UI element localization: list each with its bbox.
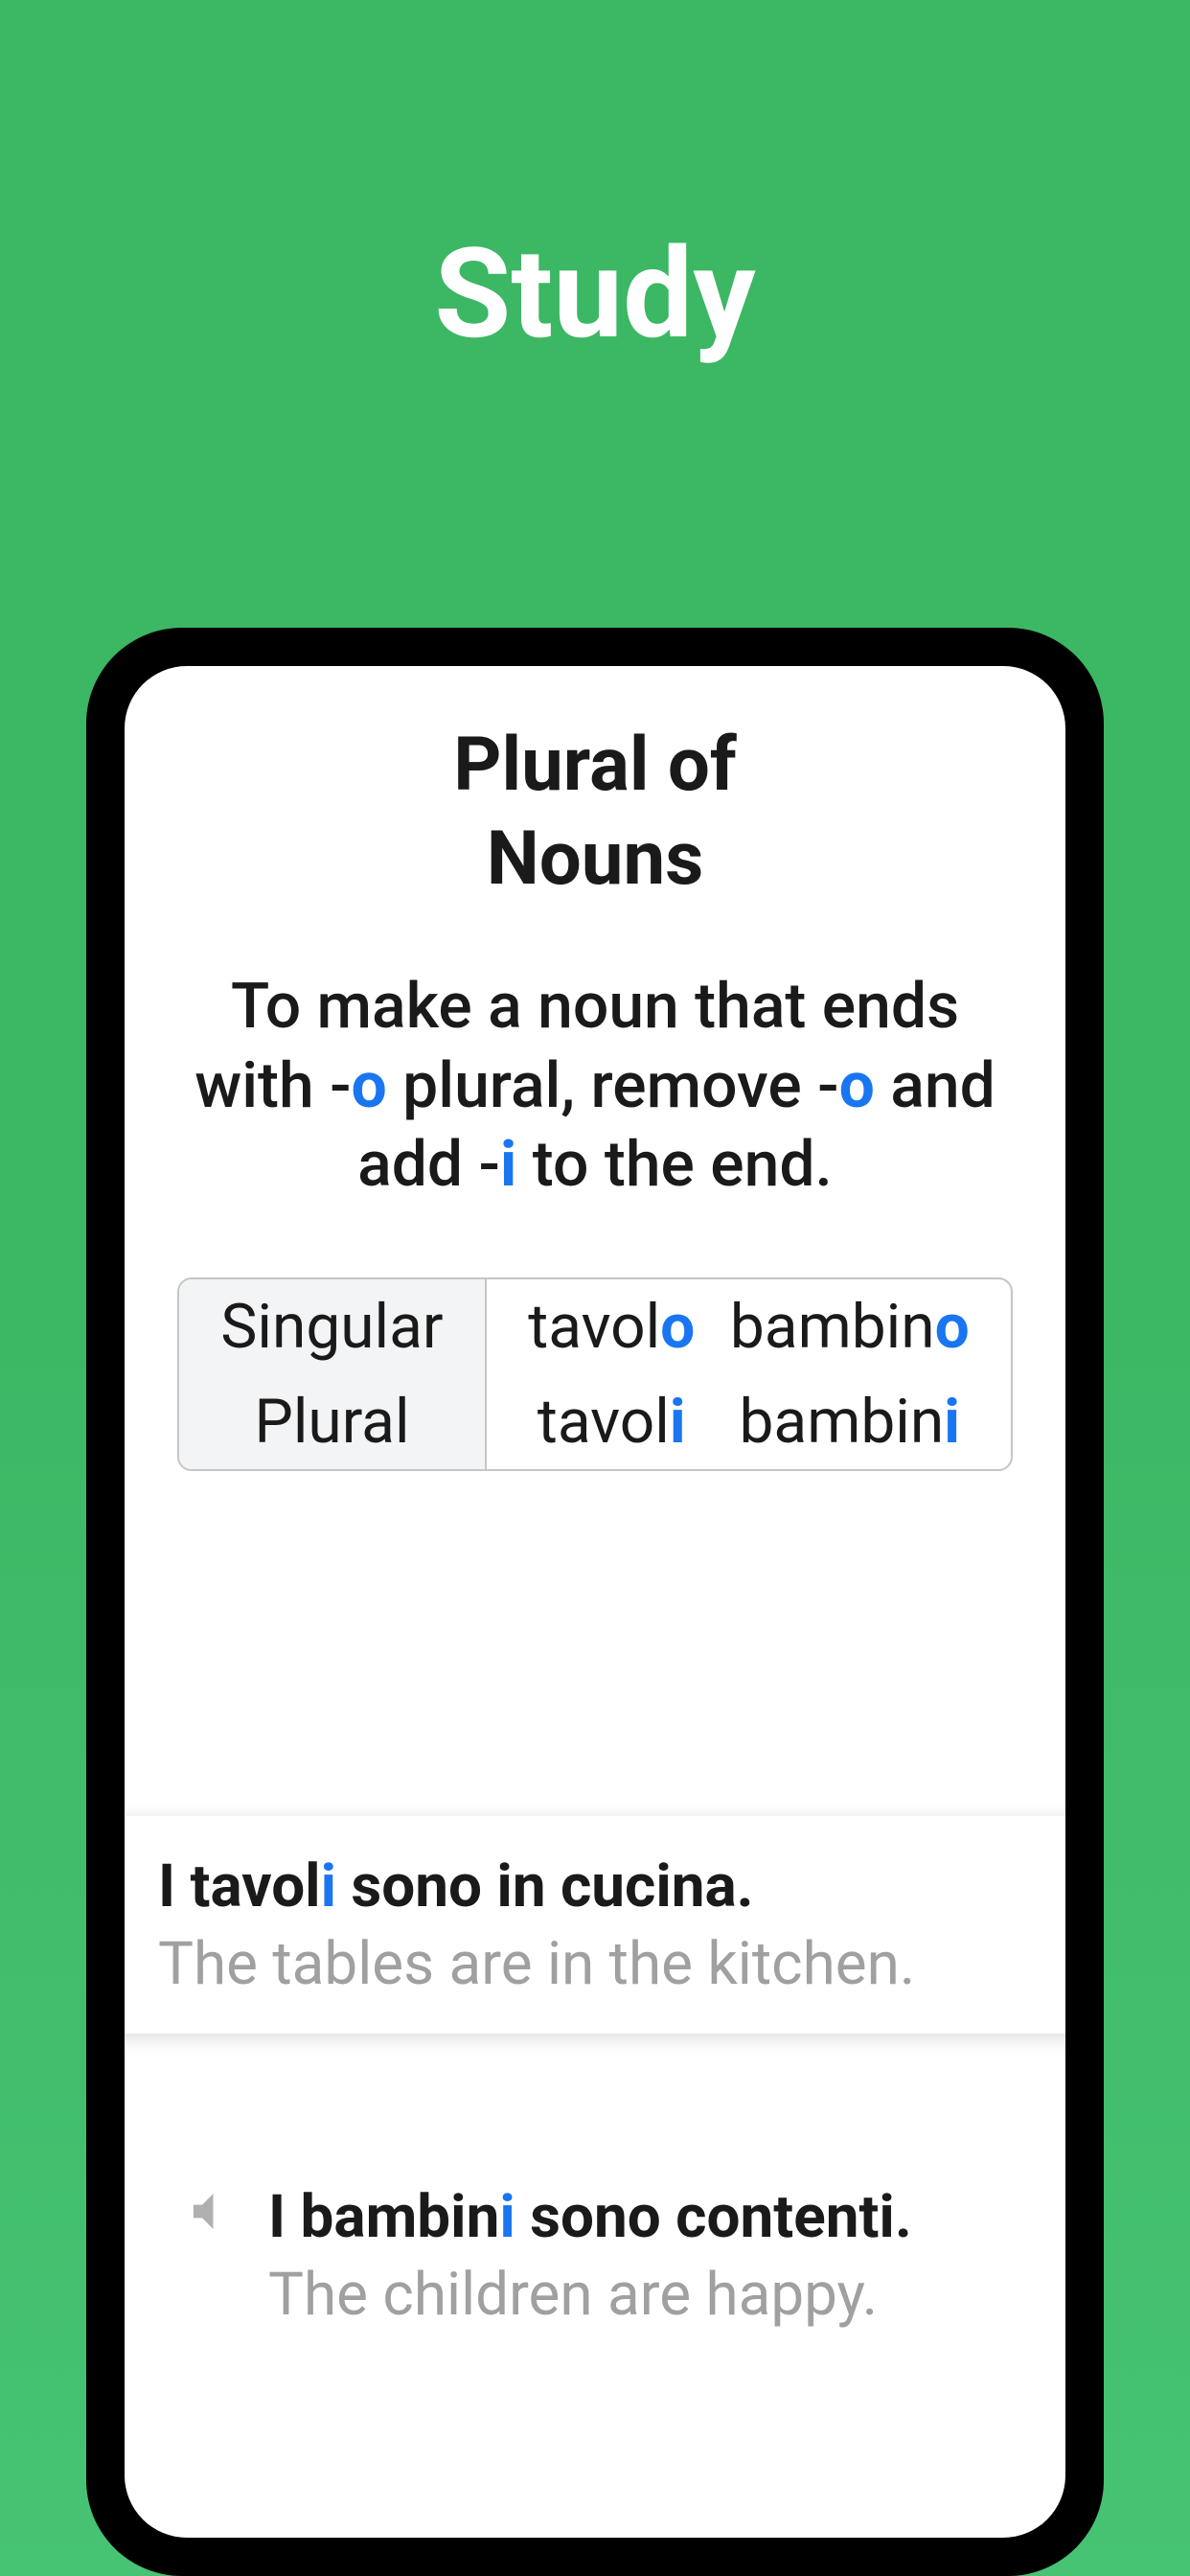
word-base: bambin	[739, 1386, 944, 1458]
table-row: Plural tavoli bambini	[179, 1374, 1011, 1469]
table-label-plural: Plural	[179, 1374, 486, 1469]
lesson-title-line2: Nouns	[487, 816, 704, 903]
example-italian: I bambini sono contenti.	[268, 2180, 1003, 2255]
example-english: The tables are in the kitchen.	[158, 1929, 1065, 2000]
sentence-highlight: i	[321, 1852, 336, 1921]
desc-highlight-1: o	[352, 1049, 387, 1123]
phone-screen: Plural of Nouns To make a noun that ends…	[125, 666, 1065, 2538]
desc-text-2: plural, remove -	[387, 1049, 839, 1123]
speaker-icon[interactable]	[125, 1854, 129, 1907]
example-text-container: I bambini sono contenti. The children ar…	[268, 2180, 1003, 2331]
page-title: Study	[0, 0, 1190, 367]
example-sentence-inactive[interactable]: I bambini sono contenti. The children ar…	[177, 2151, 1013, 2359]
sentence-part: sono in cucina.	[336, 1852, 754, 1921]
desc-highlight-3: i	[500, 1128, 516, 1202]
sentence-part: I bambin	[268, 2182, 499, 2252]
word-base: bambin	[730, 1291, 935, 1363]
word-base: tavol	[538, 1386, 670, 1458]
phone-frame: Plural of Nouns To make a noun that ends…	[86, 628, 1104, 2576]
word-ending: i	[670, 1386, 686, 1458]
desc-text-4: to the end.	[516, 1128, 833, 1202]
table-words-plural: tavoli bambini	[486, 1374, 1011, 1469]
lesson-description: To make a noun that ends with -o plural,…	[177, 968, 1013, 1206]
example-text-container: I tavoli sono in cucina. The tables are …	[158, 1850, 1065, 2000]
word-ending: i	[944, 1386, 960, 1458]
table-words-singular: tavolo bambino	[486, 1279, 1011, 1374]
table-row: Singular tavolo bambino	[179, 1279, 1011, 1374]
speaker-muted-icon[interactable]	[187, 2185, 240, 2238]
word-base: tavol	[528, 1291, 660, 1363]
example-english: The children are happy.	[268, 2260, 1003, 2331]
example-sentence-active[interactable]: I tavoli sono in cucina. The tables are …	[125, 1816, 1065, 2034]
word-ending: o	[660, 1291, 695, 1363]
grammar-table: Singular tavolo bambino Plural tavoli ba…	[177, 1277, 1013, 1471]
sentence-highlight: i	[499, 2182, 515, 2252]
lesson-title: Plural of Nouns	[177, 719, 1013, 906]
lesson-title-line1: Plural of	[453, 722, 737, 809]
table-label-singular: Singular	[179, 1279, 486, 1374]
sentence-part: sono contenti.	[515, 2182, 912, 2252]
sentence-part: I tavol	[158, 1852, 321, 1921]
example-italian: I tavoli sono in cucina.	[158, 1850, 1065, 1924]
word-ending: o	[935, 1291, 970, 1363]
desc-highlight-2: o	[839, 1049, 875, 1123]
